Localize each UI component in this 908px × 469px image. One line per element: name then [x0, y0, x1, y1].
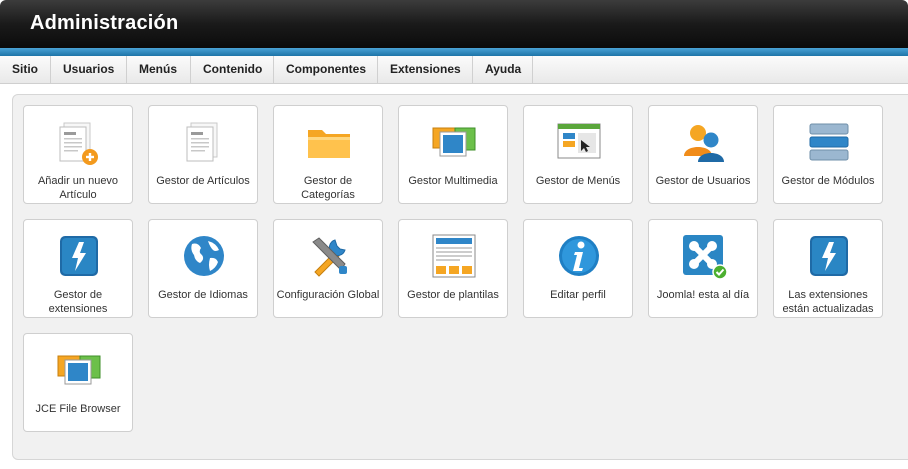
menu-usuarios[interactable]: Usuarios [51, 56, 127, 83]
admin-header: Administración [0, 0, 908, 48]
template-icon [432, 234, 476, 278]
tile-add-article[interactable]: Añadir un nuevo Artículo [23, 105, 133, 204]
add-article-icon [59, 122, 98, 165]
tile-label: Gestor de Artículos [156, 175, 250, 187]
tile-global-configuration[interactable]: Configuración Global [273, 219, 383, 318]
tile-jce-file-browser[interactable]: JCE File Browser [23, 333, 133, 432]
article-manager-icon [186, 122, 218, 162]
menu-contenido[interactable]: Contenido [191, 56, 274, 83]
menu-ayuda[interactable]: Ayuda [473, 56, 533, 83]
globe-icon [184, 236, 224, 276]
header-accent-strip [0, 48, 908, 56]
tile-label: Añadir un nuevo Artículo [37, 175, 119, 201]
tile-media-manager[interactable]: Gestor Multimedia [398, 105, 508, 204]
menu-componentes[interactable]: Componentes [274, 56, 378, 83]
menu-extensiones[interactable]: Extensiones [378, 56, 473, 83]
menu-manager-icon [557, 123, 601, 159]
tile-label: Gestor de Menús [535, 175, 621, 187]
joomla-ok-icon [683, 235, 728, 280]
tile-category-manager[interactable]: Gestor de Categorías [273, 105, 383, 204]
media-icon [432, 127, 476, 157]
tile-extension-manager[interactable]: Gestor de extensiones [23, 219, 133, 318]
tile-label: Las extensiones están actualizadas [782, 289, 874, 315]
tile-label: Gestor de Usuarios [655, 175, 751, 187]
tile-label: Gestor de Categorías [301, 175, 355, 201]
tile-label: Gestor de Módulos [781, 175, 875, 187]
tile-label: Gestor de Idiomas [158, 289, 248, 301]
folder-icon [308, 130, 350, 158]
menu-sitio[interactable]: Sitio [0, 56, 51, 83]
tile-joomla-up-to-date[interactable]: Joomla! esta al día [648, 219, 758, 318]
tile-label: Configuración Global [276, 289, 380, 301]
info-icon [559, 236, 599, 276]
extensions-updated-icon [810, 236, 848, 276]
tile-label: Gestor de plantilas [407, 289, 499, 301]
users-icon [684, 125, 724, 162]
tile-label: JCE File Browser [35, 403, 121, 415]
tools-icon [312, 237, 347, 277]
tile-edit-profile[interactable]: Editar perfil [523, 219, 633, 318]
tile-label: Gestor de extensiones [48, 289, 108, 315]
menu-menus[interactable]: Menús [127, 56, 191, 83]
tile-module-manager[interactable]: Gestor de Módulos [773, 105, 883, 204]
extensions-icon [60, 236, 98, 276]
tile-extensions-updated[interactable]: Las extensiones están actualizadas [773, 219, 883, 318]
tile-menu-manager[interactable]: Gestor de Menús [523, 105, 633, 204]
main-menu-bar: Sitio Usuarios Menús Contenido Component… [0, 56, 908, 84]
modules-icon [809, 123, 849, 161]
tile-language-manager[interactable]: Gestor de Idiomas [148, 219, 258, 318]
tile-article-manager[interactable]: Gestor de Artículos [148, 105, 258, 204]
tile-label: Gestor Multimedia [408, 175, 498, 187]
tile-label: Joomla! esta al día [656, 289, 750, 301]
file-browser-icon [57, 355, 101, 385]
tile-template-manager[interactable]: Gestor de plantilas [398, 219, 508, 318]
tile-user-manager[interactable]: Gestor de Usuarios [648, 105, 758, 204]
page-title: Administración [30, 12, 179, 34]
tile-label: Editar perfil [550, 289, 606, 301]
